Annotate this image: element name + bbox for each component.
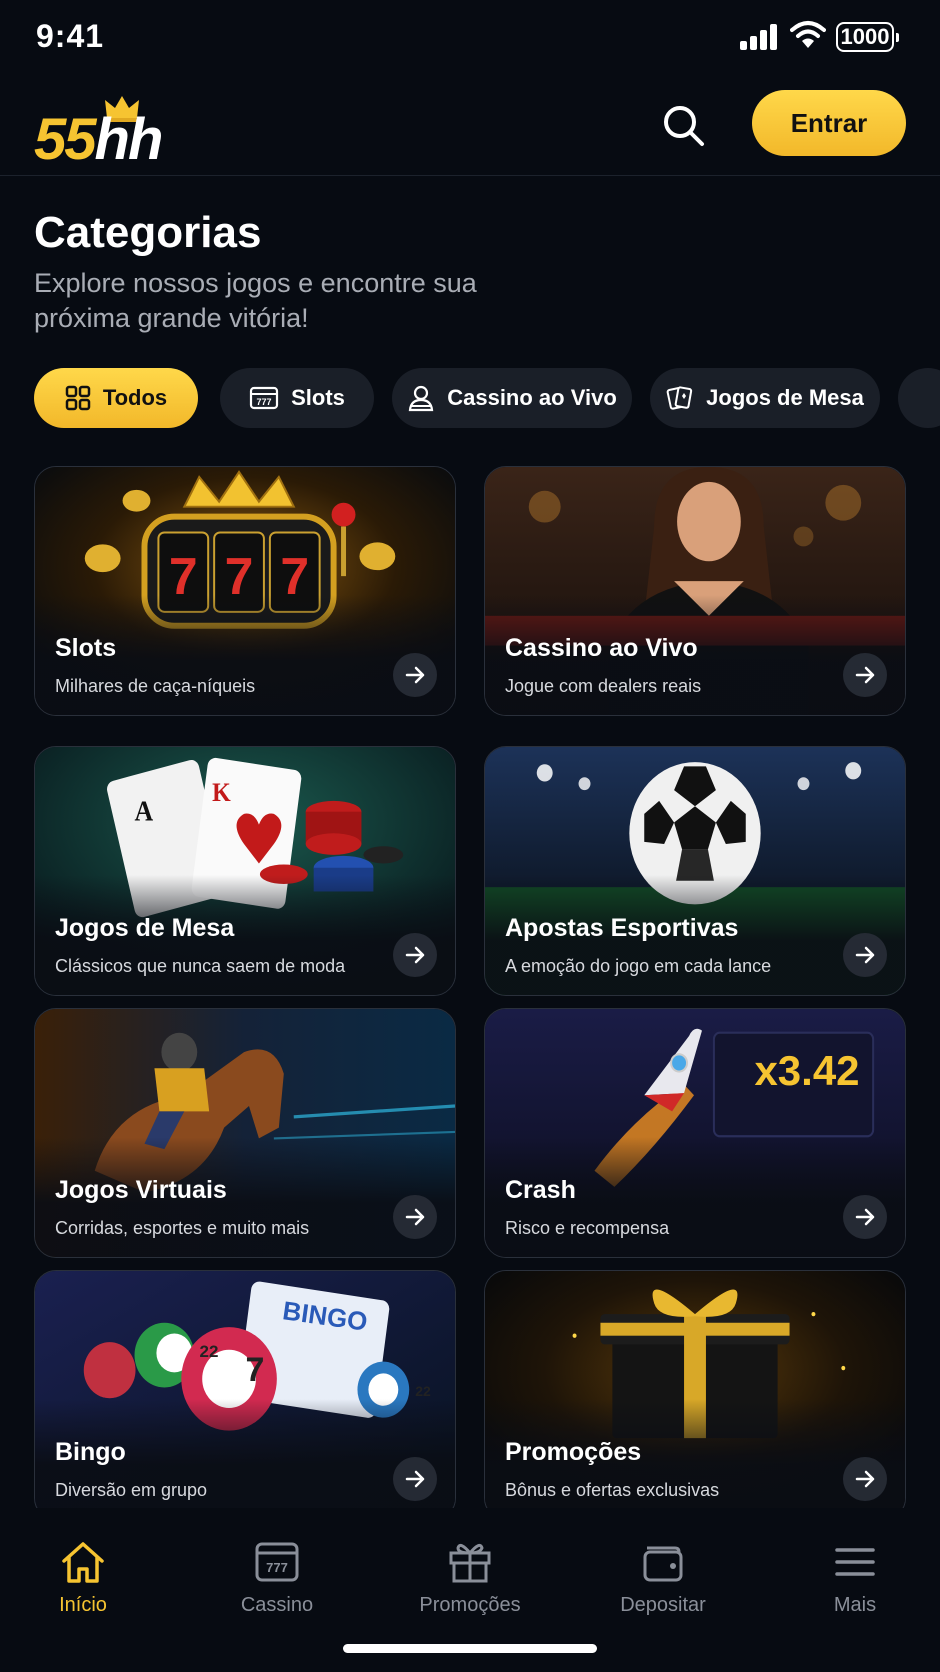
cellular-signal-icon	[740, 24, 777, 50]
category-card-promocoes[interactable]: Promoções Bônus e ofertas exclusivas	[484, 1270, 906, 1520]
chip-slots[interactable]: 777 Slots	[220, 368, 374, 428]
card-description: Jogue com dealers reais	[505, 676, 702, 696]
arrow-right-button[interactable]	[843, 653, 887, 697]
slot-machine-icon: 777	[249, 386, 279, 410]
chip-label: Cassino ao Vivo	[447, 385, 617, 410]
brand-logo[interactable]: 55hh	[34, 96, 194, 172]
arrow-right-icon	[855, 666, 875, 684]
status-bar: 9:41 1000	[0, 0, 940, 76]
wifi-icon	[790, 21, 826, 48]
tab-promocoes[interactable]: Promoções	[395, 1538, 545, 1617]
category-card-jogos-de-mesa[interactable]: A K Jogos de Mesa Clássicos que nunca sa…	[34, 746, 456, 996]
card-title: Promoções	[505, 1438, 642, 1466]
arrow-right-button[interactable]	[393, 1457, 437, 1501]
home-indicator[interactable]	[343, 1644, 597, 1653]
svg-text:777: 777	[257, 397, 272, 407]
battery-indicator: 1000	[836, 22, 899, 52]
chip-cassino-ao-vivo[interactable]: Cassino ao Vivo	[392, 368, 632, 428]
arrow-right-icon	[855, 1208, 875, 1226]
tab-label: Cassino	[240, 1594, 314, 1616]
arrow-right-icon	[855, 1470, 875, 1488]
tab-label: Promoções	[419, 1594, 521, 1616]
menu-icon	[835, 1548, 875, 1576]
arrow-right-button[interactable]	[843, 1457, 887, 1501]
card-title: Bingo	[55, 1438, 126, 1466]
tab-cassino[interactable]: 777 Cassino	[202, 1538, 352, 1617]
arrow-right-icon	[405, 946, 425, 964]
chip-todos[interactable]: Todos	[34, 368, 198, 428]
card-description: A emoção do jogo em cada lance	[505, 956, 772, 976]
cards-icon	[666, 386, 693, 410]
dealer-icon	[409, 385, 434, 412]
tab-inicio[interactable]: Início	[8, 1538, 158, 1617]
tab-label: Depositar	[620, 1594, 706, 1616]
login-button[interactable]: Entrar	[752, 90, 906, 156]
arrow-right-icon	[855, 946, 875, 964]
search-button[interactable]	[660, 102, 708, 150]
category-filter-chips: Todos 777 Slots Cassino ao Vivo Jogos de…	[34, 368, 940, 428]
logo-text-digits: 55	[34, 107, 96, 172]
svg-text:A: A	[135, 795, 154, 826]
category-card-bingo[interactable]: BINGO 22 7 22 Bingo Diversão em grupo	[34, 1270, 456, 1520]
bingo-ball-number: 22	[415, 1383, 431, 1399]
tab-mais[interactable]: Mais	[780, 1538, 930, 1617]
home-icon	[62, 1542, 104, 1583]
app-header: 55hh Entrar	[0, 76, 940, 176]
arrow-right-button[interactable]	[843, 933, 887, 977]
page-title: Categorias	[34, 208, 262, 257]
category-card-cassino-ao-vivo[interactable]: Cassino ao Vivo Jogue com dealers reais	[484, 466, 906, 716]
tab-depositar[interactable]: Depositar	[588, 1538, 738, 1617]
svg-text:777: 777	[266, 1560, 288, 1575]
crash-multiplier: x3.42	[754, 1047, 860, 1094]
arrow-right-icon	[405, 1470, 425, 1488]
wallet-icon	[643, 1546, 683, 1582]
arrow-right-button[interactable]	[393, 1195, 437, 1239]
card-description: Risco e recompensa	[505, 1218, 670, 1238]
grid-icon	[65, 385, 91, 411]
chip-label: Todos	[102, 385, 168, 410]
card-description: Corridas, esportes e muito mais	[55, 1218, 310, 1238]
tab-label: Início	[59, 1594, 107, 1616]
status-time: 9:41	[36, 18, 105, 54]
gift-icon	[449, 1543, 491, 1583]
card-title: Slots	[55, 634, 117, 662]
arrow-right-icon	[405, 666, 425, 684]
chip-label: Slots	[291, 385, 345, 410]
arrow-right-icon	[405, 1208, 425, 1226]
arrow-right-button[interactable]	[393, 653, 437, 697]
chip-jogos-de-mesa[interactable]: Jogos de Mesa	[650, 368, 880, 428]
card-description: Bônus e ofertas exclusivas	[505, 1480, 720, 1500]
bingo-ball-number: 22	[199, 1342, 219, 1361]
page-subtitle: Explore nossos jogos e encontre sua próx…	[34, 268, 477, 333]
card-title: Cassino ao Vivo	[505, 634, 698, 662]
category-card-jogos-virtuais[interactable]: Jogos Virtuais Corridas, esportes e muit…	[34, 1008, 456, 1258]
category-card-slots[interactable]: 7 7 7 Slots Milhares de caça-níqueis	[34, 466, 456, 716]
arrow-right-button[interactable]	[843, 1195, 887, 1239]
chip-more-partial[interactable]	[898, 368, 940, 428]
card-title: Crash	[505, 1176, 576, 1204]
tab-label: Mais	[833, 1594, 877, 1616]
category-card-crash[interactable]: x3.42 Crash Risco e recompensa	[484, 1008, 906, 1258]
search-icon	[664, 106, 704, 146]
chip-label: Jogos de Mesa	[706, 385, 864, 410]
card-title: Jogos de Mesa	[55, 914, 235, 942]
logo-text-letters: hh	[94, 107, 164, 172]
card-description: Milhares de caça-níqueis	[55, 676, 256, 696]
card-title: Jogos Virtuais	[55, 1176, 227, 1204]
slot-machine-icon: 777	[255, 1542, 299, 1582]
bingo-ball-number: 7	[245, 1351, 265, 1389]
card-description: Diversão em grupo	[55, 1480, 208, 1500]
card-description: Clássicos que nunca saem de moda	[55, 956, 346, 976]
category-card-apostas-esportivas[interactable]: Apostas Esportivas A emoção do jogo em c…	[484, 746, 906, 996]
card-title: Apostas Esportivas	[505, 914, 739, 942]
arrow-right-button[interactable]	[393, 933, 437, 977]
svg-text:K: K	[212, 779, 231, 807]
